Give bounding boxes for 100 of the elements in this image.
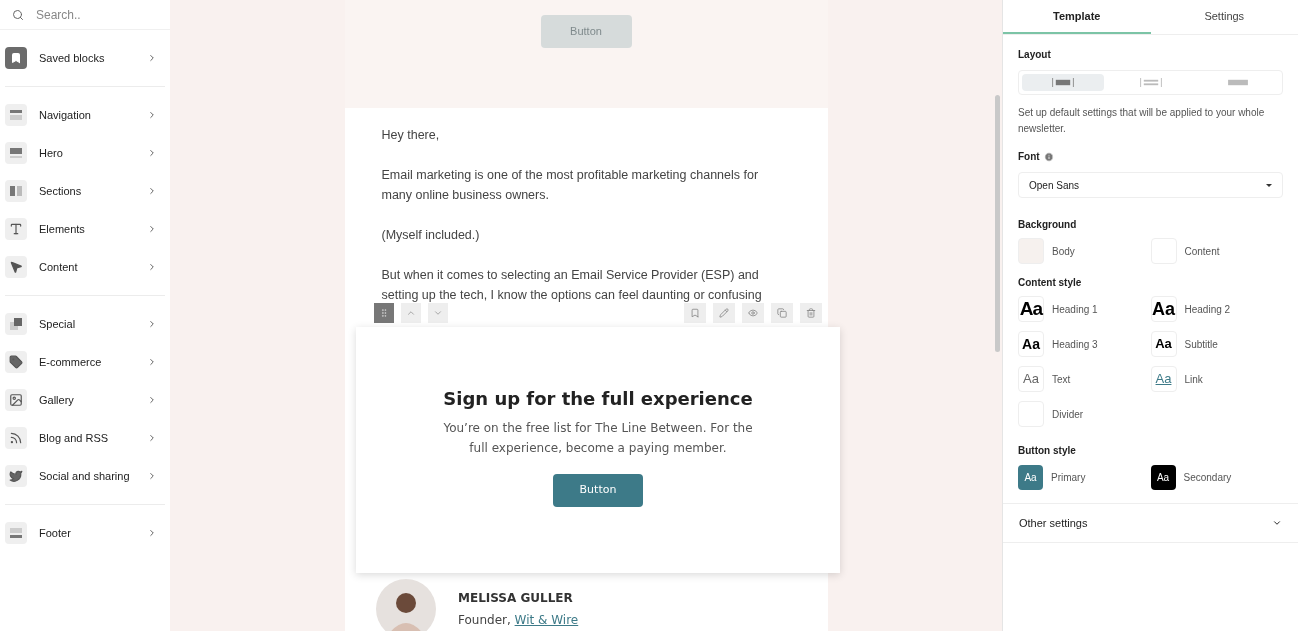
grip-icon xyxy=(379,308,389,318)
chevron-right-icon xyxy=(147,53,157,63)
chevron-right-icon xyxy=(147,433,157,443)
other-settings-row[interactable]: Other settings xyxy=(1003,503,1298,543)
avatar-icon xyxy=(376,579,436,631)
chevron-right-icon xyxy=(147,224,157,234)
chevron-right-icon xyxy=(147,148,157,158)
copy-icon xyxy=(777,308,787,318)
block-category-item[interactable]: Sections xyxy=(5,172,165,210)
delete-button[interactable] xyxy=(800,303,822,323)
chevron-right-icon xyxy=(147,262,157,272)
style-preview[interactable]: Aa xyxy=(1018,296,1044,322)
cursor-icon xyxy=(5,256,27,278)
navigation-block-icon xyxy=(5,104,27,126)
email-paragraph: But when it comes to selecting an Email Service Provider (ESP) and setting up the tech, I know the options can feel daunting or confusing xyxy=(381,267,763,304)
chevron-right-icon xyxy=(147,110,157,120)
chevron-right-icon xyxy=(147,471,157,481)
button-style-preview[interactable]: Aa xyxy=(1018,465,1043,490)
tab[interactable]: Settings xyxy=(1150,0,1298,34)
text-icon xyxy=(5,218,27,240)
company-link[interactable]: Wit & Wire xyxy=(514,613,579,627)
button[interactable]: Button xyxy=(553,474,643,507)
description: Set up default settings that will be applied to your whole newsletter. xyxy=(1018,106,1266,136)
boxed-layout-icon xyxy=(1051,78,1074,87)
dropdown-caret-icon xyxy=(1266,183,1272,187)
section-title: Content style xyxy=(1018,276,1083,290)
lines-layout-icon xyxy=(1139,78,1162,87)
button-style-preview[interactable]: Aa xyxy=(1150,465,1176,490)
move-up-button[interactable] xyxy=(401,303,421,323)
section-title: Layout xyxy=(1018,48,1052,62)
block-category-item[interactable]: Gallery xyxy=(5,381,165,419)
block-category-item[interactable]: Elements xyxy=(5,210,165,248)
email-paragraph: Email marketing is one of the most profitable marketing channels for many online business owners. xyxy=(381,167,760,204)
style-label: Heading 2 xyxy=(1184,302,1231,317)
popup-text: You’re on the free list for The Line Between. For the full experience, become a paying member. xyxy=(442,420,754,457)
block-category-item[interactable]: Content xyxy=(5,248,165,286)
style-label: Text xyxy=(1052,372,1071,387)
style-preview[interactable]: Aa xyxy=(1150,366,1177,392)
swatch-label: Content xyxy=(1184,244,1220,259)
email-paragraph: Hey there, xyxy=(381,127,441,144)
info-icon xyxy=(1043,151,1054,162)
block-category-item[interactable]: Social and sharing xyxy=(5,457,165,495)
bookmark-icon xyxy=(690,308,700,318)
chevron-right-icon xyxy=(147,528,157,538)
author-name: MELISSA GULLER xyxy=(458,590,574,607)
font-select[interactable]: Open Sans xyxy=(1018,172,1283,198)
style-label: Primary xyxy=(1051,471,1086,485)
stacked-squares-icon xyxy=(5,313,27,335)
tab[interactable]: Template xyxy=(1003,0,1151,34)
duplicate-button[interactable] xyxy=(771,303,793,323)
move-down-button[interactable] xyxy=(428,303,448,323)
image-icon xyxy=(5,389,27,411)
full-layout-icon xyxy=(1227,78,1250,87)
eye-icon xyxy=(748,308,758,318)
search-field[interactable]: Search.. xyxy=(36,5,146,24)
style-label: Secondary xyxy=(1183,471,1232,485)
block-category-item[interactable]: Special xyxy=(5,305,165,343)
style-preview[interactable]: Aa xyxy=(1150,296,1177,322)
block-category-item[interactable]: E-commerce xyxy=(5,343,165,381)
section-title: Background xyxy=(1018,218,1078,232)
bookmark-icon xyxy=(5,47,27,69)
block-category-item[interactable]: Footer xyxy=(5,514,165,552)
block-category-item[interactable]: Hero xyxy=(5,134,165,172)
block-category-item[interactable]: Saved blocks xyxy=(5,39,165,77)
style-preview[interactable]: Aa xyxy=(1018,366,1044,392)
email-paragraph: (Myself included.) xyxy=(381,227,481,244)
chevron-down-icon xyxy=(433,308,443,318)
block-category-item[interactable]: Navigation xyxy=(5,96,165,134)
section-title: Font xyxy=(1018,150,1040,164)
chevron-right-icon xyxy=(147,319,157,329)
style-label: Divider xyxy=(1052,407,1084,422)
block-category-item[interactable]: Blog and RSS xyxy=(5,419,165,457)
style-label: Heading 1 xyxy=(1052,302,1098,317)
save-block-button[interactable] xyxy=(684,303,706,323)
style-preview[interactable]: Aa xyxy=(1018,331,1044,357)
hero-block-icon xyxy=(5,142,27,164)
drag-handle[interactable] xyxy=(374,303,394,323)
tag-icon xyxy=(5,351,27,373)
style-label: Link xyxy=(1184,372,1203,387)
author-role: Founder, Wit & Wire xyxy=(458,612,579,629)
search-icon xyxy=(12,8,24,21)
chevron-up-icon xyxy=(406,308,416,318)
chevron-right-icon xyxy=(147,357,157,367)
popup-title: Sign up for the full experience xyxy=(443,387,753,411)
swatch-label: Body xyxy=(1052,244,1075,259)
rss-icon xyxy=(5,427,27,449)
pencil-icon xyxy=(719,308,729,318)
style-label: Subtitle xyxy=(1184,337,1218,352)
section-title: Button style xyxy=(1018,444,1077,458)
footer-block-icon xyxy=(5,522,27,544)
preview-button[interactable] xyxy=(742,303,764,323)
style-label: Heading 3 xyxy=(1052,337,1098,352)
chevron-right-icon xyxy=(147,395,157,405)
layout-option[interactable] xyxy=(1022,74,1104,91)
trash-icon xyxy=(806,308,816,318)
columns-icon xyxy=(5,180,27,202)
bird-icon xyxy=(5,465,27,487)
chevron-right-icon xyxy=(147,186,157,196)
style-preview[interactable]: Aa xyxy=(1150,331,1177,357)
edit-button[interactable] xyxy=(713,303,735,323)
